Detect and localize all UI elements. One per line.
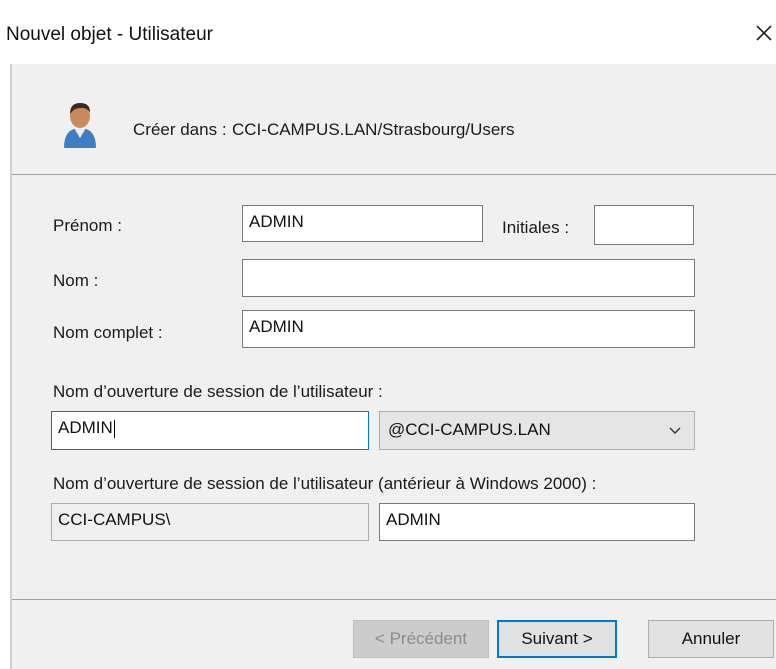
- user-icon: [64, 103, 96, 148]
- pre2000-logon-input[interactable]: ADMIN: [379, 503, 695, 541]
- initials-input[interactable]: [594, 205, 694, 245]
- close-icon: [756, 25, 772, 41]
- close-button[interactable]: [751, 20, 776, 46]
- separator-bottom: [12, 599, 776, 600]
- logon-name-pre2000-label: Nom d’ouverture de session de l’utilisat…: [53, 474, 597, 493]
- initials-label: Initiales :: [502, 218, 570, 237]
- full-name-input[interactable]: ADMIN: [242, 310, 695, 348]
- next-button[interactable]: Suivant >: [497, 620, 617, 658]
- first-name-label: Prénom :: [53, 216, 122, 235]
- text-caret: [113, 419, 115, 438]
- pre2000-domain-field: CCI-CAMPUS\: [51, 503, 369, 541]
- create-in-label: Créer dans :: [133, 120, 227, 139]
- logon-name-label: Nom d’ouverture de session de l’utilisat…: [53, 382, 383, 401]
- upn-suffix-value: @CCI-CAMPUS.LAN: [388, 420, 551, 439]
- cancel-button[interactable]: Annuler: [648, 620, 774, 658]
- dialog-content: Créer dans : CCI-CAMPUS.LAN/Strasbourg/U…: [10, 64, 776, 669]
- window-title: Nouvel objet - Utilisateur: [6, 24, 213, 45]
- logon-name-input[interactable]: ADMIN: [51, 411, 369, 450]
- last-name-label: Nom :: [53, 271, 99, 290]
- last-name-input[interactable]: [242, 259, 695, 297]
- full-name-label: Nom complet :: [53, 323, 163, 342]
- previous-button[interactable]: < Précédent: [353, 620, 489, 658]
- logon-name-value: ADMIN: [58, 418, 113, 437]
- separator-top: [12, 174, 776, 175]
- upn-suffix-select[interactable]: @CCI-CAMPUS.LAN: [379, 411, 695, 450]
- chevron-down-icon: [669, 427, 681, 434]
- first-name-input[interactable]: ADMIN: [242, 205, 483, 242]
- container-path: CCI-CAMPUS.LAN/Strasbourg/Users: [232, 120, 515, 139]
